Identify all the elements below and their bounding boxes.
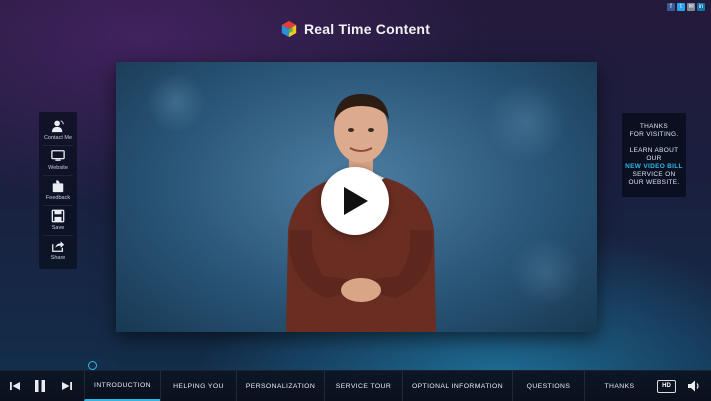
social-links: f t ✉ in bbox=[667, 3, 705, 11]
promo-line: FOR VISITING. bbox=[629, 131, 679, 138]
feedback-icon bbox=[52, 180, 64, 193]
linkedin-icon[interactable]: in bbox=[697, 3, 705, 11]
chapter-introduction[interactable]: INTRODUCTION bbox=[84, 371, 160, 401]
promo-line: LEARN ABOUT OUR bbox=[629, 147, 679, 162]
play-button[interactable] bbox=[321, 167, 389, 235]
brand-logo[interactable]: Real Time Content bbox=[280, 20, 430, 38]
sidebar-item-contact-me[interactable]: Contact Me bbox=[39, 116, 77, 145]
twitter-icon[interactable]: t bbox=[677, 3, 685, 11]
cube-logo-icon bbox=[281, 20, 297, 38]
chapter-personalization[interactable]: PERSONALIZATION bbox=[236, 371, 324, 401]
save-icon bbox=[51, 209, 65, 223]
chapter-service-tour[interactable]: SERVICE TOUR bbox=[324, 371, 402, 401]
email-icon[interactable]: ✉ bbox=[687, 3, 695, 11]
promo-highlight-link[interactable]: NEW VIDEO BILL bbox=[622, 163, 686, 171]
promo-line: OUR WEBSITE. bbox=[628, 179, 680, 186]
action-sidebar: Contact Me Website Feedback Save Share bbox=[39, 112, 77, 269]
facebook-icon[interactable]: f bbox=[667, 3, 675, 11]
sidebar-item-label: Share bbox=[50, 255, 66, 261]
previous-icon[interactable] bbox=[7, 378, 23, 394]
play-icon bbox=[344, 187, 368, 215]
promo-line: THANKS bbox=[639, 123, 669, 130]
brand-name: Real Time Content bbox=[304, 21, 431, 37]
share-icon bbox=[52, 241, 65, 252]
chapter-optional-information[interactable]: OPTIONAL INFORMATION bbox=[402, 371, 512, 401]
sidebar-item-label: Website bbox=[48, 165, 68, 171]
chapter-helping-you[interactable]: HELPING YOU bbox=[160, 371, 236, 401]
sidebar-item-label: Feedback bbox=[45, 195, 71, 201]
monitor-icon bbox=[51, 150, 65, 161]
chapter-nav: INTRODUCTION HELPING YOU PERSONALIZATION… bbox=[84, 371, 654, 401]
sidebar-item-website[interactable]: Website bbox=[39, 146, 77, 175]
sidebar-item-share[interactable]: Share bbox=[39, 236, 77, 265]
pause-icon[interactable] bbox=[32, 378, 48, 394]
hd-toggle-button[interactable]: HD bbox=[657, 380, 676, 393]
promo-line: SERVICE ON bbox=[632, 171, 676, 178]
player-control-bar: INTRODUCTION HELPING YOU PERSONALIZATION… bbox=[0, 370, 711, 401]
volume-icon[interactable] bbox=[686, 378, 702, 394]
promo-card[interactable]: THANKS FOR VISITING. LEARN ABOUT OUR NEW… bbox=[622, 113, 686, 197]
sidebar-item-feedback[interactable]: Feedback bbox=[39, 176, 77, 205]
video-player[interactable] bbox=[116, 62, 597, 332]
sidebar-item-label: Contact Me bbox=[43, 135, 73, 141]
chapter-thanks[interactable]: THANKS bbox=[584, 371, 654, 401]
next-icon[interactable] bbox=[59, 378, 75, 394]
contact-icon bbox=[51, 120, 64, 133]
sidebar-item-label: Save bbox=[51, 225, 65, 231]
chapter-questions[interactable]: QUESTIONS bbox=[512, 371, 584, 401]
sidebar-item-save[interactable]: Save bbox=[39, 206, 77, 235]
